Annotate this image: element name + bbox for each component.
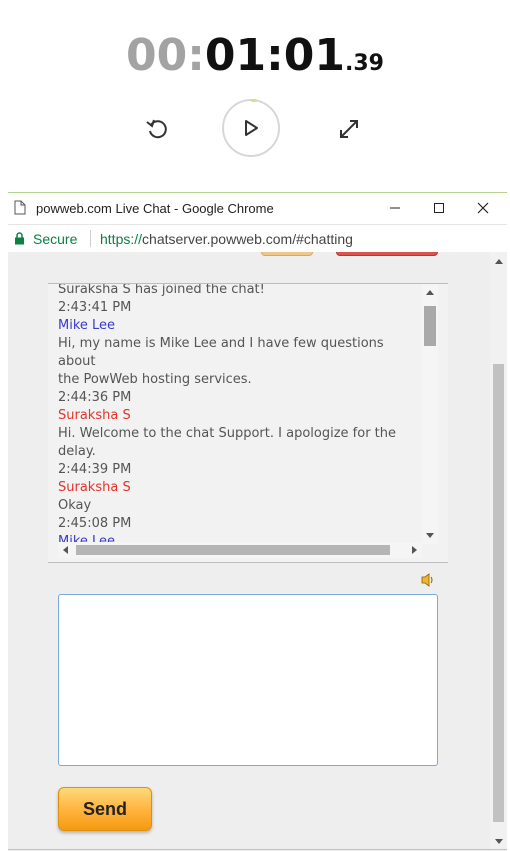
timer-separator: : [266,30,284,81]
address-bar[interactable]: Secure https://chatserver.powweb.com/#ch… [8,224,507,253]
message-sender: Mike Lee [58,318,116,333]
message-sender: Suraksha S [58,480,131,495]
system-message: Suraksha S has joined the chat! [58,283,265,297]
fullscreen-button[interactable] [332,112,366,146]
scroll-thumb[interactable] [424,306,436,346]
partial-end-chat-button[interactable] [336,252,438,256]
scroll-thumb[interactable] [493,364,504,822]
message-text: Hi, my name is Mike Lee and I have few q… [58,336,384,369]
message-timestamp: 2:44:36 PM [58,390,132,405]
scroll-up-arrow-icon[interactable] [495,259,503,264]
partial-button[interactable] [261,252,313,256]
timer-hours: 00 [126,30,188,81]
scroll-up-arrow-icon[interactable] [426,290,434,295]
address-separator [90,230,91,247]
chat-transcript: Suraksha S has joined the chat! 2:43:41 P… [48,283,448,563]
play-button[interactable] [222,99,280,157]
timer-seconds: 01 [283,30,345,81]
scroll-down-arrow-icon[interactable] [495,839,503,844]
send-button[interactable]: Send [58,787,152,831]
chat-log: Suraksha S has joined the chat! 2:43:41 P… [58,283,418,543]
browser-window: powweb.com Live Chat - Google Chrome Sec… [8,192,507,851]
page-icon [14,200,26,215]
chat-vertical-scrollbar[interactable] [422,284,438,544]
message-text: the PowWeb hosting services. [58,372,252,387]
url-path: chatserver.powweb.com/#chatting [142,231,353,247]
sound-icon[interactable] [420,572,436,588]
message-sender: Suraksha S [58,408,131,423]
progress-indicator [251,99,257,102]
scroll-right-arrow-icon[interactable] [412,546,417,554]
reset-button[interactable] [140,112,174,146]
chat-horizontal-scrollbar[interactable] [58,542,422,558]
scroll-left-arrow-icon[interactable] [63,546,68,554]
maximize-icon [434,203,444,213]
timer-hundredths: .39 [344,51,384,76]
close-icon [477,202,489,214]
secure-label: Secure [33,231,78,247]
message-timestamp: 2:45:08 PM [58,516,132,531]
message-timestamp: 2:43:41 PM [58,300,132,315]
minimize-button[interactable] [372,193,418,223]
page-scrollbar[interactable] [490,252,507,851]
message-timestamp: 2:44:39 PM [58,462,132,477]
message-text: delay. [58,444,96,459]
expand-icon [340,120,358,138]
chat-page: Suraksha S has joined the chat! 2:43:41 P… [8,252,490,851]
title-bar: powweb.com Live Chat - Google Chrome [8,193,507,223]
play-icon [245,120,258,136]
scroll-thumb[interactable] [76,545,390,555]
message-text: Hi. Welcome to the chat Support. I apolo… [58,426,396,441]
scroll-down-arrow-icon[interactable] [426,533,434,538]
url-text[interactable]: https://chatserver.powweb.com/#chatting [100,231,353,247]
timer-separator: : [187,30,205,81]
maximize-button[interactable] [416,193,462,223]
url-scheme: https:// [100,231,143,247]
timer-minutes: 01 [204,30,267,81]
lock-icon [15,232,24,245]
reset-icon [146,119,167,139]
close-button[interactable] [460,193,506,223]
stopwatch-display: 00:01:01.39 [0,30,510,81]
message-input[interactable] [58,594,438,766]
message-text: Okay [58,498,92,513]
minimize-icon [390,207,400,209]
window-title: powweb.com Live Chat - Google Chrome [36,201,274,216]
